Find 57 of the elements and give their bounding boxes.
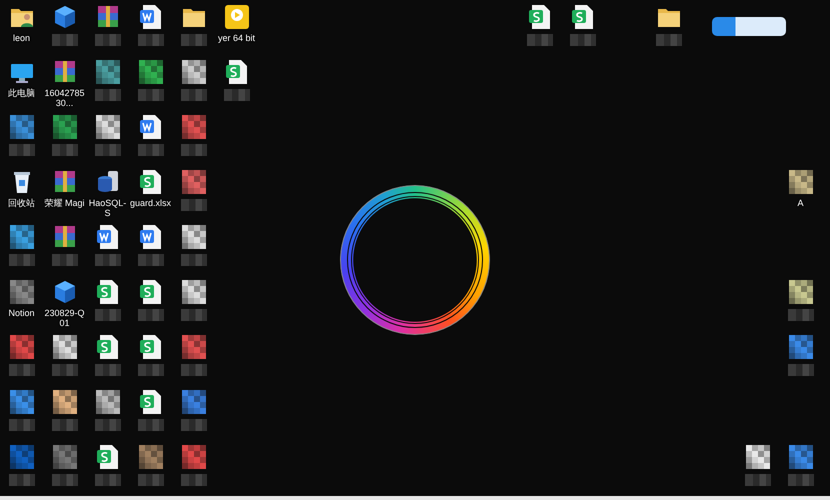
pixelated-label [526, 34, 552, 46]
pixelated-label [138, 144, 164, 156]
icon-label[interactable]: Notion [8, 308, 34, 318]
pixelated-label [52, 474, 78, 486]
pixelated-label [180, 474, 206, 486]
pixelated-label [788, 474, 814, 486]
pixelated-label [138, 34, 164, 46]
pixelated-label [788, 364, 814, 376]
pixelated-label [94, 89, 120, 101]
icon-label[interactable]: HaoSQL-S [86, 198, 129, 218]
pixelated-label [138, 89, 164, 101]
pixelated-label [94, 309, 120, 321]
icon-label[interactable]: yer 64 bit [218, 33, 256, 43]
icon-label[interactable]: 荣耀 Magi [44, 198, 84, 208]
pixelated-label [180, 309, 206, 321]
pixelated-label [180, 419, 206, 431]
pixelated-label [52, 364, 78, 376]
pixelated-label [180, 89, 206, 101]
pixelated-label [180, 144, 206, 156]
pixelated-label [94, 144, 120, 156]
pixelated-label [138, 364, 164, 376]
icon-label[interactable]: 回收站 [8, 198, 35, 208]
pixelated-label [138, 254, 164, 266]
player-icon [222, 3, 250, 31]
icon-label[interactable]: 1604278530... [43, 88, 86, 108]
pixelated-label [8, 144, 34, 156]
pixelated-label [788, 309, 814, 321]
pixelated-label [8, 254, 34, 266]
pixelated-label [94, 34, 120, 46]
pixelated-label [180, 199, 206, 211]
pixelated-label [180, 364, 206, 376]
pixelated-label [94, 364, 120, 376]
pixelated-label [656, 34, 682, 46]
icon-label[interactable]: leon [12, 33, 30, 43]
pixelated-label [138, 419, 164, 431]
pixelated-label [94, 474, 120, 486]
widget-button[interactable] [712, 17, 786, 36]
pixelated-label [180, 254, 206, 266]
icon-label[interactable]: A [797, 198, 804, 208]
icon-label[interactable]: 230829-Q01 [43, 308, 86, 328]
pixelated-label [744, 474, 770, 486]
pixelated-label [138, 474, 164, 486]
pixelated-label [180, 34, 206, 46]
pixelated-label [52, 419, 78, 431]
pixelated-label [138, 309, 164, 321]
icon-label[interactable]: guard.xlsx [130, 198, 172, 208]
pixelated-label [8, 364, 34, 376]
pixelated-label [224, 89, 250, 101]
pixelated-label [52, 254, 78, 266]
pixelated-label [8, 419, 34, 431]
icon-label[interactable]: 此电脑 [8, 88, 35, 98]
pixelated-label [8, 474, 34, 486]
pixelated-label [570, 34, 596, 46]
pixelated-label [94, 254, 120, 266]
pixelated-label [52, 144, 78, 156]
pixelated-label [52, 34, 78, 46]
pixelated-label [94, 419, 120, 431]
